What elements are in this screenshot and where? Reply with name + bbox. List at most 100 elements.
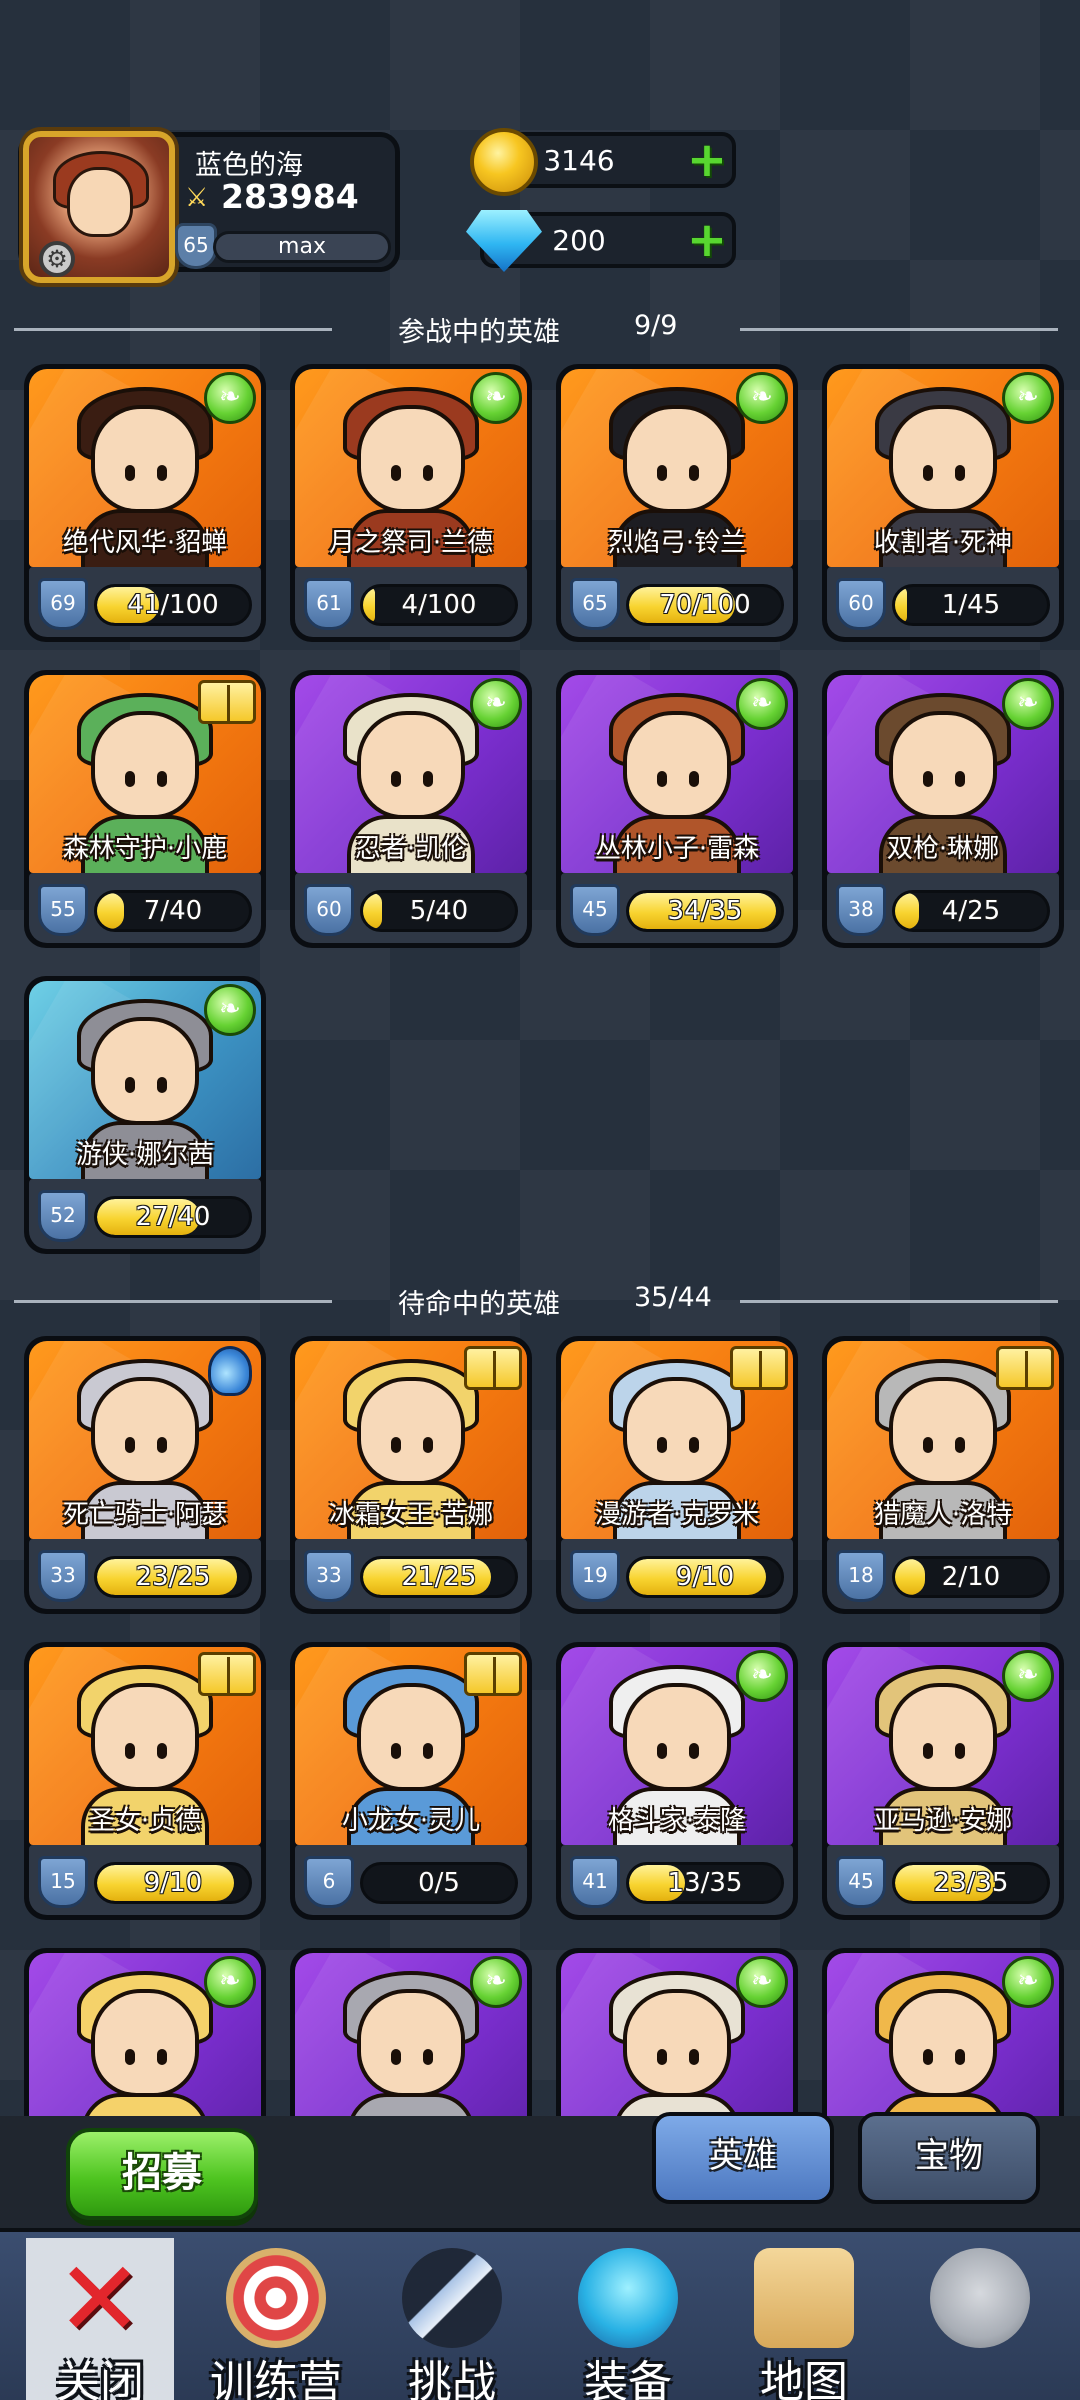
- tab-treasures[interactable]: 宝物: [858, 2112, 1040, 2204]
- hero-card[interactable]: ❧ 收割者·死神 60 1/45: [822, 364, 1064, 642]
- hero-card[interactable]: 漫游者·克罗米 19 9/10: [556, 1336, 798, 1614]
- hero-card[interactable]: 冰霜女王·苦娜 33 21/25: [290, 1336, 532, 1614]
- hero-eye: [157, 1077, 167, 1093]
- progress-text: 5/40: [409, 896, 469, 926]
- hero-card[interactable]: ❧ 忍者·凯伦 60 5/40: [290, 670, 532, 948]
- hero-head: [91, 1989, 199, 2097]
- hero-card[interactable]: ❧ 绝代风华·貂蝉 69 41/100: [24, 364, 266, 642]
- hero-name: 圣女·贞德: [88, 1806, 202, 1836]
- hero-card[interactable]: 死亡骑士·阿瑟 33 23/25: [24, 1336, 266, 1614]
- nav-close-label: 关闭: [56, 2357, 144, 2400]
- divider-line: [740, 328, 1058, 331]
- shard-progress-bar: 4/100: [360, 584, 518, 626]
- hero-eye: [125, 1077, 135, 1093]
- shard-progress-bar: 27/40: [94, 1196, 252, 1238]
- wing-class-icon: ❧: [1002, 1956, 1054, 2008]
- hero-level-shield: 45: [570, 884, 620, 936]
- hero-eye: [423, 465, 433, 481]
- hero-eye: [125, 2049, 135, 2065]
- shard-progress-bar: 23/35: [892, 1862, 1050, 1904]
- add-gem-button[interactable]: +: [686, 216, 728, 264]
- hero-eye: [423, 1743, 433, 1759]
- progress-text: 21/25: [401, 1562, 477, 1592]
- wing-class-icon: ❧: [1002, 372, 1054, 424]
- nav-challenge[interactable]: 挑战: [372, 2232, 532, 2400]
- shard-progress-bar: 23/25: [94, 1556, 252, 1598]
- hero-card[interactable]: ❧ 烈焰弓·铃兰 65 70/100: [556, 364, 798, 642]
- add-gold-button[interactable]: +: [686, 136, 728, 184]
- shard-progress-bar: 7/40: [94, 890, 252, 932]
- hero-eye: [157, 1743, 167, 1759]
- hero-card[interactable]: ❧ 亚马逊·安娜 45 23/35: [822, 1642, 1064, 1920]
- settings-gear-icon[interactable]: ⚙: [39, 241, 75, 277]
- progress-text: 0/5: [418, 1868, 460, 1898]
- hero-name: 收割者·死神: [873, 528, 1013, 558]
- hero-level-shield: 65: [570, 578, 620, 630]
- nav-training[interactable]: 训练营: [196, 2232, 356, 2400]
- hero-name: 小龙女·灵儿: [341, 1806, 481, 1836]
- hero-eye: [689, 1743, 699, 1759]
- hero-name: 格斗家·泰隆: [607, 1806, 747, 1836]
- nav-map[interactable]: 地图: [724, 2232, 884, 2400]
- hero-eye: [157, 465, 167, 481]
- tab-heroes[interactable]: 英雄: [652, 2112, 834, 2204]
- player-avatar[interactable]: ⚙: [23, 131, 175, 283]
- hero-head: [357, 405, 465, 513]
- hero-card[interactable]: 圣女·贞德 15 9/10: [24, 1642, 266, 1920]
- nav-close[interactable]: ✕ 关闭: [0, 2232, 174, 2400]
- hero-card[interactable]: 猎魔人·洛特 18 2/10: [822, 1336, 1064, 1614]
- wing-class-icon: ❧: [736, 678, 788, 730]
- wing-class-icon: ❧: [470, 678, 522, 730]
- hero-eye: [157, 771, 167, 787]
- hero-eye: [689, 2049, 699, 2065]
- hero-card[interactable]: ❧ 丛林小子·雷森 45 34/35: [556, 670, 798, 948]
- wing-class-icon: ❧: [736, 1956, 788, 2008]
- player-panel[interactable]: ⚙ 蓝色的海 ⚔ 283984 65 max: [18, 131, 400, 283]
- hero-card[interactable]: ❧ 双枪·琳娜 38 4/25: [822, 670, 1064, 948]
- wing-class-icon: ❧: [1002, 678, 1054, 730]
- hero-card[interactable]: 森林守护·小鹿 55 7/40: [24, 670, 266, 948]
- hero-card[interactable]: ❧ 月之祭司·兰德 61 4/100: [290, 364, 532, 642]
- hero-head: [357, 1683, 465, 1791]
- book-class-icon: [464, 1346, 522, 1390]
- player-level-shield: 65: [175, 223, 217, 269]
- hero-level-shield: 18: [836, 1550, 886, 1602]
- close-icon: ✕: [56, 2238, 144, 2360]
- progress-text: 2/10: [941, 1562, 1001, 1592]
- progress-text: 23/35: [933, 1868, 1009, 1898]
- hero-eye: [125, 465, 135, 481]
- shard-progress-bar: 4/25: [892, 890, 1050, 932]
- hero-eye: [423, 1437, 433, 1453]
- hero-card[interactable]: ❧ 格斗家·泰隆 41 13/35: [556, 1642, 798, 1920]
- reserve-heroes-header: 待命中的英雄 35/44: [14, 1282, 1058, 1322]
- player-xp-bar: max: [213, 231, 391, 263]
- nav-equipment[interactable]: 装备: [548, 2232, 708, 2400]
- potion-class-icon: [208, 1346, 252, 1396]
- hero-eye: [955, 1743, 965, 1759]
- hero-card[interactable]: ❧ 游侠·娜尔茜 52 27/40: [24, 976, 266, 1254]
- hero-eye: [923, 465, 933, 481]
- hero-eye: [391, 465, 401, 481]
- hero-card[interactable]: 小龙女·灵儿 6 0/5: [290, 1642, 532, 1920]
- hero-eye: [955, 1437, 965, 1453]
- hero-level-shield: 61: [304, 578, 354, 630]
- progress-text: 7/40: [143, 896, 203, 926]
- hero-level-shield: 19: [570, 1550, 620, 1602]
- progress-text: 4/25: [941, 896, 1001, 926]
- hero-eye: [657, 771, 667, 787]
- hero-eye: [391, 2049, 401, 2065]
- target-icon: [226, 2248, 326, 2348]
- hero-eye: [923, 1437, 933, 1453]
- hero-level-shield: 52: [38, 1190, 88, 1242]
- nav-equipment-label: 装备: [584, 2357, 672, 2400]
- book-class-icon: [996, 1346, 1054, 1390]
- hero-name: 月之祭司·兰德: [328, 528, 494, 558]
- hero-eye: [125, 1437, 135, 1453]
- hero-eye: [423, 771, 433, 787]
- hero-name: 亚马逊·安娜: [873, 1806, 1013, 1836]
- progress-text: 70/100: [659, 590, 751, 620]
- recruit-button[interactable]: 招募: [66, 2128, 258, 2220]
- hero-name: 丛林小子·雷森: [594, 834, 760, 864]
- nav-locked[interactable]: [900, 2232, 1060, 2400]
- wing-class-icon: ❧: [736, 372, 788, 424]
